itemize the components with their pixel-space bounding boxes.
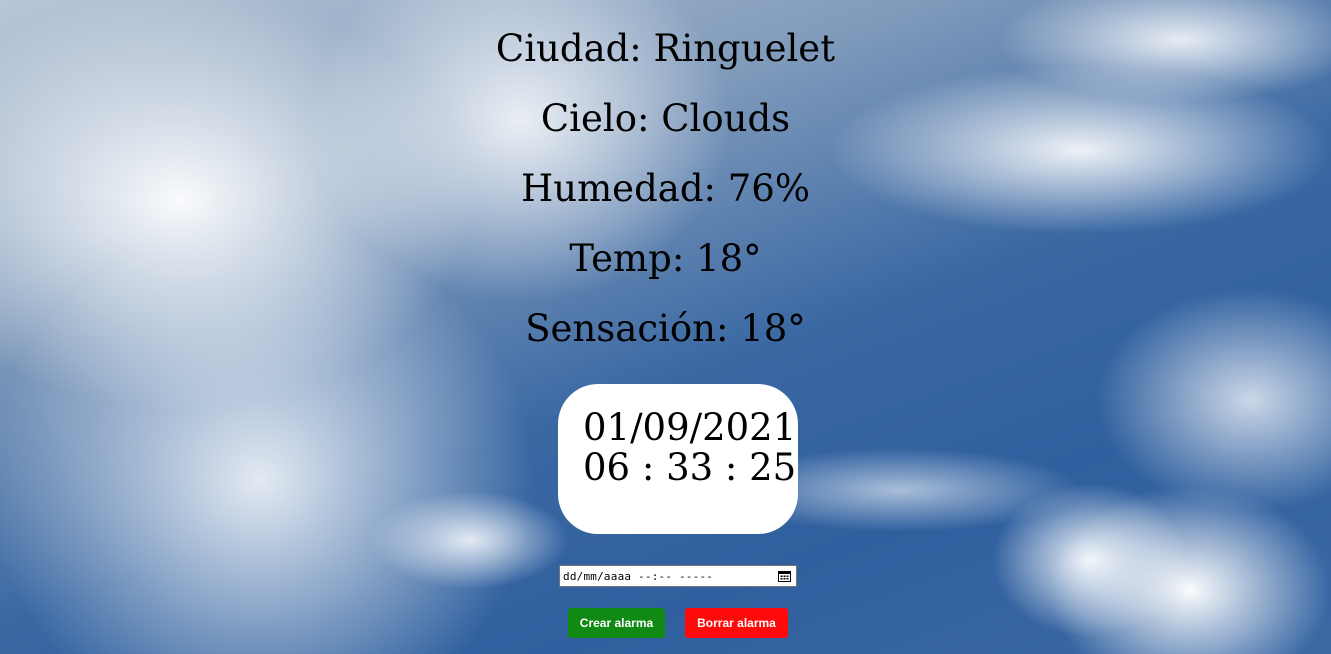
delete-alarm-button[interactable]: Borrar alarma [685,608,788,638]
clock-time: 06 : 33 : 25 [583,446,797,489]
humidity-label: Humedad: 76% [521,167,810,210]
create-alarm-button[interactable]: Crear alarma [568,608,665,638]
sky-label: Cielo: Clouds [540,97,791,140]
feels-like-label: Sensación: 18° [525,307,806,350]
alarm-datetime-value: dd/mm/aaaa --:-- ----- [563,569,714,583]
city-label: Ciudad: Ringuelet [495,27,836,70]
clock-date: 01/09/2021 [583,406,797,449]
calendar-icon[interactable] [778,570,791,582]
alarm-datetime-input[interactable]: dd/mm/aaaa --:-- ----- [559,565,797,587]
weather-panel: Ciudad: Ringuelet Cielo: Clouds Humedad:… [0,14,1331,364]
clock-card: 01/09/2021 06 : 33 : 25 [558,384,798,534]
temperature-label: Temp: 18° [569,237,762,280]
